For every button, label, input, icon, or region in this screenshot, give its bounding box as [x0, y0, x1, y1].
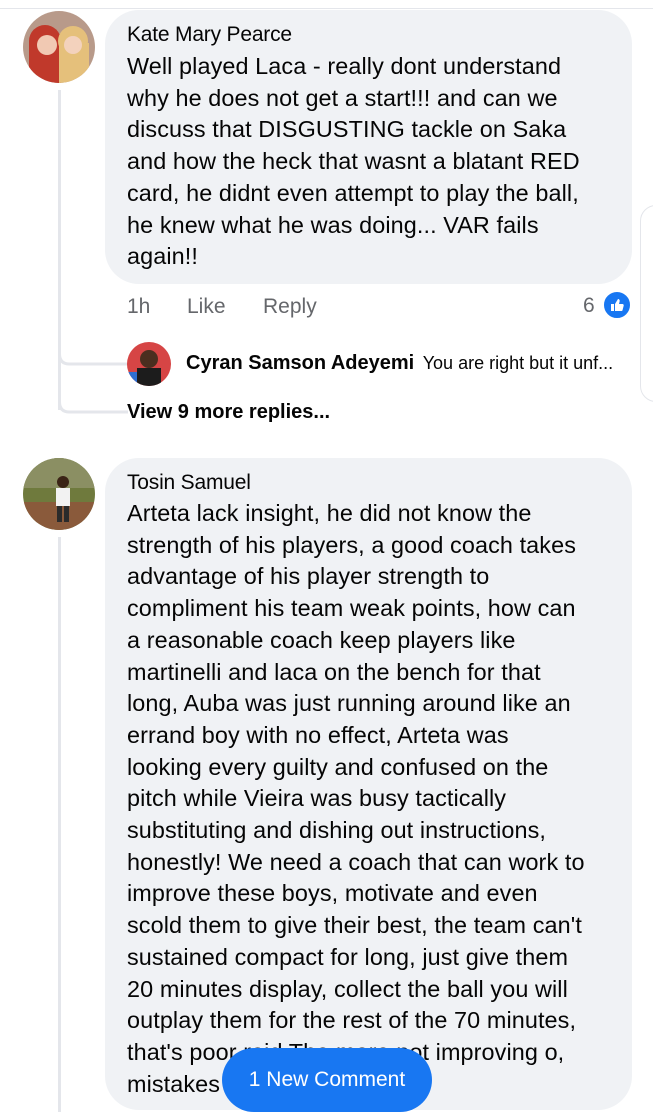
reply-button[interactable]: Reply	[263, 295, 317, 319]
reply-avatar[interactable]	[127, 342, 171, 386]
avatar[interactable]	[23, 11, 95, 83]
reply-author[interactable]: Cyran Samson Adeyemi	[186, 352, 414, 374]
view-more-replies[interactable]: View 9 more replies...	[127, 401, 330, 424]
new-comment-label: 1 New Comment	[248, 1068, 406, 1091]
comment-text: Well played Laca - really dont understan…	[127, 53, 580, 270]
new-comment-button[interactable]: 1 New Comment	[222, 1048, 432, 1112]
comment-author[interactable]: Tosin Samuel	[127, 471, 251, 495]
thread-line	[58, 537, 61, 1112]
side-panel-edge	[640, 205, 653, 402]
top-divider	[0, 0, 653, 9]
reaction-count[interactable]: 6	[583, 294, 595, 318]
reply-text: You are right but it unf...	[422, 353, 614, 373]
reply-connector	[58, 330, 128, 414]
reply-preview[interactable]: Cyran Samson Adeyemi You are right but i…	[186, 352, 613, 375]
comment-time: 1h	[127, 295, 151, 318]
thumbs-up-icon[interactable]	[602, 290, 632, 320]
comment-text: Arteta lack insight, he did not know the…	[127, 500, 585, 1097]
avatar[interactable]	[23, 458, 95, 530]
comment-author[interactable]: Kate Mary Pearce	[127, 23, 292, 47]
like-button[interactable]: Like	[187, 295, 226, 319]
